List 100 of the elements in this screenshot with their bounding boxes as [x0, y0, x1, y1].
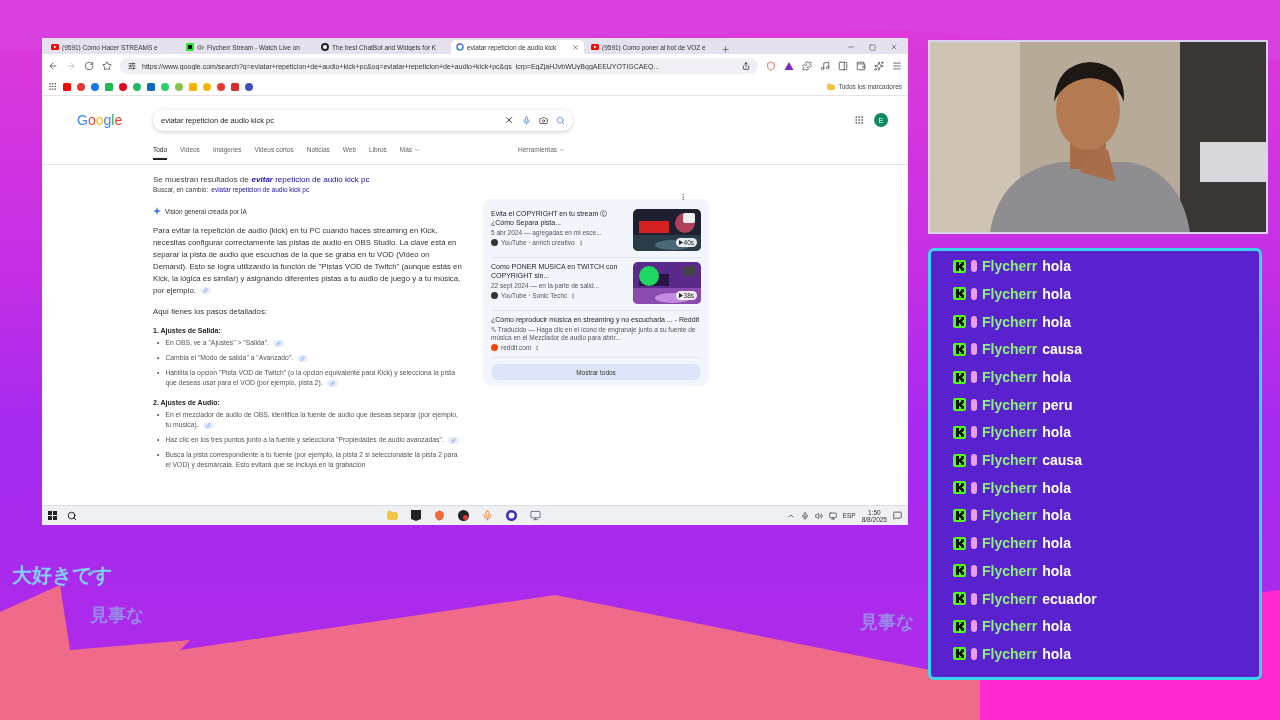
monitor-icon[interactable]	[530, 510, 541, 521]
caret-icon	[559, 146, 565, 153]
camera-icon[interactable]	[539, 115, 548, 125]
badge-icon	[971, 287, 977, 300]
record-icon[interactable]	[458, 510, 469, 521]
new-tab-button[interactable]	[721, 45, 730, 54]
music-icon[interactable]	[820, 61, 830, 71]
kick-icon	[953, 453, 966, 467]
more-icon[interactable]	[577, 239, 584, 246]
chat-message: hola	[1042, 313, 1072, 330]
maximize-button[interactable]	[869, 43, 876, 51]
circle-app-icon[interactable]	[506, 510, 517, 521]
link-icon[interactable]	[297, 354, 309, 362]
chat-username: Flycherr	[982, 562, 1038, 579]
kick-icon	[953, 647, 966, 661]
chat-username: Flycherr	[982, 590, 1038, 607]
chat-username: Flycherr	[982, 396, 1038, 413]
sparkles-icon[interactable]	[874, 61, 884, 71]
clear-icon[interactable]	[504, 115, 514, 125]
correction-text: Se muestran resultados de	[153, 175, 249, 184]
chat-message: hola	[1042, 507, 1072, 524]
back-button[interactable]	[48, 61, 58, 71]
play-icon	[678, 293, 683, 298]
badge-icon	[971, 426, 977, 439]
chat-username: Flycherr	[982, 479, 1038, 496]
chat-username: Flycherr	[982, 618, 1038, 635]
youtube-icon	[51, 43, 59, 51]
extensions-icon[interactable]	[802, 61, 812, 71]
kick-icon	[953, 564, 966, 578]
kick-icon	[953, 481, 966, 495]
overlay-text: 大好きです	[12, 562, 112, 589]
kick-icon	[953, 315, 966, 329]
source-icon	[491, 344, 498, 351]
triangle-icon[interactable]	[784, 61, 794, 71]
shield-icon[interactable]	[434, 510, 445, 521]
chat-message: hola	[1042, 258, 1072, 275]
close-icon[interactable]	[572, 43, 579, 51]
chat-message: peru	[1042, 396, 1073, 413]
google-logo[interactable]: Google	[77, 112, 153, 128]
bot-icon	[321, 43, 329, 51]
link-icon[interactable]	[199, 287, 211, 295]
badge-icon	[971, 260, 977, 273]
microphone-icon[interactable]	[522, 115, 531, 125]
badge-icon	[971, 592, 977, 605]
badge-icon	[971, 454, 977, 467]
chat-username: Flycherr	[982, 258, 1038, 275]
notifications-icon[interactable]	[893, 511, 902, 520]
game-launcher-icon[interactable]	[411, 510, 421, 521]
microphone-icon[interactable]	[482, 510, 493, 521]
link-icon[interactable]	[447, 436, 459, 444]
more-icon[interactable]	[679, 193, 687, 201]
link-icon[interactable]	[202, 421, 214, 429]
reload-button[interactable]	[84, 61, 94, 71]
more-icon[interactable]	[534, 344, 541, 351]
corrected-query-link[interactable]: evitar repeticion de audio kick pc	[251, 175, 370, 184]
source-icon	[491, 292, 498, 299]
shield-icon[interactable]	[766, 61, 776, 71]
chat-message: hola	[1042, 479, 1072, 496]
kick-icon	[953, 342, 966, 356]
chat-username: Flycherr	[982, 452, 1038, 469]
chat-message: causa	[1042, 341, 1082, 358]
kick-icon	[953, 398, 966, 412]
chat-username: Flycherr	[982, 313, 1038, 330]
badge-icon	[971, 509, 977, 522]
badge-icon	[971, 537, 977, 550]
chat-message: hola	[1042, 645, 1072, 662]
microphone-icon[interactable]	[800, 511, 809, 520]
link-icon[interactable]	[326, 379, 338, 387]
chat-message: hola	[1042, 369, 1072, 385]
kick-icon	[953, 508, 966, 522]
badge-icon	[971, 343, 977, 356]
apps-icon[interactable]	[854, 115, 864, 125]
menu-icon[interactable]	[892, 61, 902, 71]
chat-username: Flycherr	[982, 507, 1038, 524]
share-icon[interactable]	[742, 62, 750, 70]
badge-icon	[971, 647, 977, 660]
badge-icon	[971, 315, 977, 328]
windows-icon[interactable]	[48, 511, 57, 520]
kick-icon	[953, 425, 966, 439]
sidebar-icon[interactable]	[838, 61, 848, 71]
chat-message: hola	[1042, 562, 1072, 579]
chat-message: ecuador	[1042, 590, 1097, 607]
link-icon[interactable]	[272, 339, 284, 347]
more-icon[interactable]	[570, 292, 577, 299]
source-icon	[491, 239, 498, 246]
folder-icon	[827, 82, 836, 91]
bookmark-button[interactable]	[102, 61, 112, 71]
chat-message: hola	[1042, 535, 1072, 552]
chat-message: hola	[1042, 285, 1072, 302]
close-button[interactable]	[890, 43, 898, 51]
kick-icon	[953, 259, 966, 273]
volume-icon[interactable]	[814, 511, 823, 520]
apps-icon[interactable]	[48, 82, 57, 91]
kick-icon	[953, 619, 966, 633]
overlay-text: 見事な	[860, 610, 914, 634]
chat-message: causa	[1042, 452, 1082, 469]
site-settings-icon[interactable]	[128, 62, 136, 70]
wallet-icon[interactable]	[856, 61, 866, 71]
search-icon[interactable]	[67, 510, 77, 521]
chat-message: hola	[1042, 618, 1072, 635]
